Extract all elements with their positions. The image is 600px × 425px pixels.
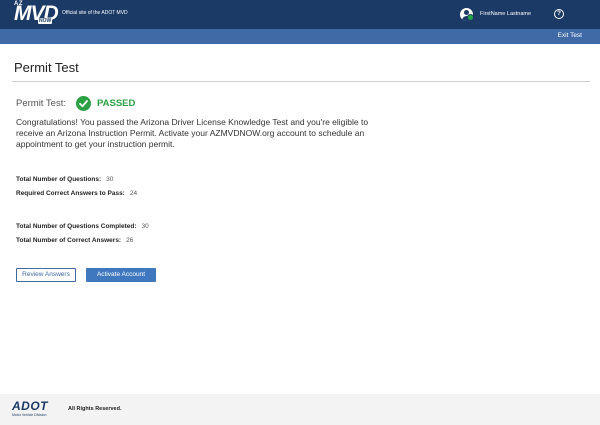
- verified-check-icon: [467, 14, 474, 21]
- check-circle-icon: [75, 95, 91, 111]
- copyright-text: All Rights Reserved.: [68, 406, 122, 412]
- footer: ADOT Motor Vehicle Division All Rights R…: [0, 394, 600, 425]
- adot-logo-subtitle: Motor Vehicle Division: [12, 413, 47, 417]
- page-title: Permit Test: [14, 60, 79, 75]
- help-icon[interactable]: ?: [554, 9, 564, 19]
- adot-logo-text: ADOT: [12, 399, 48, 413]
- activate-account-button[interactable]: Activate Account: [86, 268, 156, 282]
- az-mvd-now-logo[interactable]: MVD AZ NOW: [12, 1, 59, 27]
- logo-now-text: NOW: [38, 18, 53, 24]
- congratulations-message: Congratulations! You passed the Arizona …: [16, 117, 369, 149]
- stat-value: 30: [106, 176, 114, 183]
- result-status: PASSED: [96, 97, 136, 109]
- stat-label: Total Number of Correct Answers:: [16, 237, 122, 244]
- sub-header: Exit Test: [0, 29, 600, 44]
- stat-label: Total Number of Questions:: [16, 176, 102, 183]
- result-label: Permit Test:: [16, 97, 66, 109]
- top-header: MVD AZ NOW Official site of the ADOT MVD…: [0, 0, 600, 29]
- stat-total-questions: Total Number of Questions: 30: [16, 176, 113, 183]
- stat-value: 30: [141, 223, 149, 230]
- stat-value: 26: [126, 237, 134, 244]
- review-answers-button[interactable]: Review Answers: [16, 268, 76, 282]
- stat-required-correct: Required Correct Answers to Pass: 24: [16, 190, 137, 197]
- stat-value: 24: [129, 190, 138, 197]
- title-divider: [12, 81, 590, 82]
- stat-label: Total Number of Questions Completed:: [16, 223, 137, 230]
- logo-az-text: AZ: [14, 1, 23, 7]
- exit-test-link[interactable]: Exit Test: [558, 32, 582, 39]
- stat-correct-answers: Total Number of Correct Answers: 26: [16, 237, 133, 244]
- site-tagline: Official site of the ADOT MVD: [62, 10, 128, 16]
- stat-label: Required Correct Answers to Pass:: [16, 190, 125, 197]
- user-name: FirstName Lastname: [480, 11, 532, 17]
- stat-questions-completed: Total Number of Questions Completed: 30: [16, 223, 149, 230]
- adot-logo[interactable]: ADOT Motor Vehicle Division: [12, 399, 58, 419]
- test-result: Permit Test: PASSED: [16, 95, 135, 111]
